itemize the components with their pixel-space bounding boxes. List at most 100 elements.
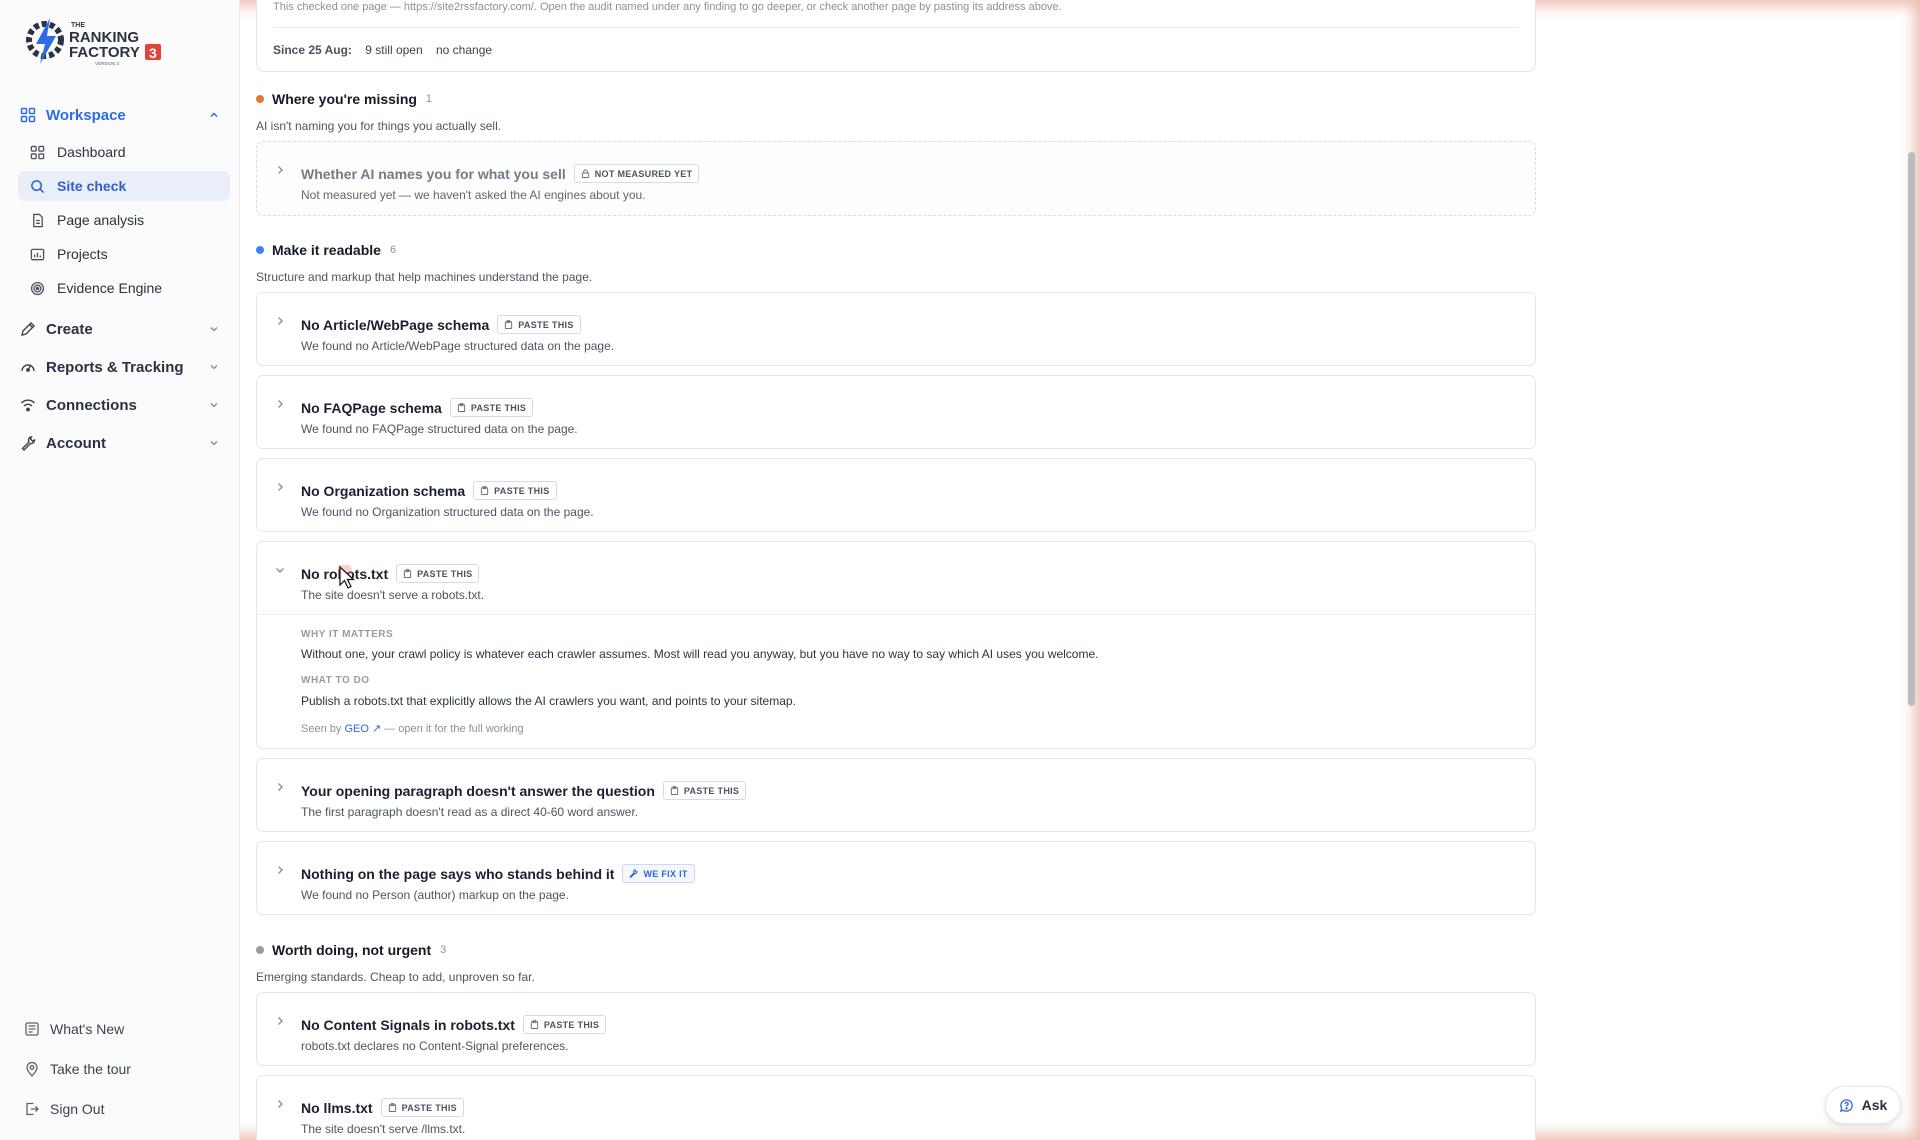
finding-description: We found no Organization structured data…: [301, 505, 594, 519]
finding-card-robots-txt[interactable]: No robots.txt PASTE THIS The site doesn'…: [256, 541, 1536, 749]
badge-label: PASTE THIS: [518, 319, 574, 330]
finding-description: The site doesn't serve a robots.txt.: [301, 588, 485, 602]
take-tour-link[interactable]: Take the tour: [0, 1054, 240, 1084]
section-readable-header: Make it readable 6: [256, 242, 396, 258]
section-count: 6: [389, 244, 397, 256]
finding-description: robots.txt declares no Content-Signal pr…: [301, 1039, 569, 1053]
finding-description: The site doesn't serve /llms.txt.: [301, 1122, 466, 1136]
wifi-icon: [20, 397, 36, 413]
whats-new-link[interactable]: What's New: [0, 1014, 240, 1044]
sidebar-item-dashboard[interactable]: Dashboard: [18, 137, 230, 167]
clipboard-icon: [480, 486, 489, 495]
svg-text:VERSION 3: VERSION 3: [95, 61, 120, 66]
paste-this-badge[interactable]: PASTE THIS: [497, 315, 581, 334]
section-subtitle: Emerging standards. Cheap to add, unprov…: [256, 970, 535, 984]
todo-heading: WHAT TO DO: [301, 675, 370, 686]
paste-this-badge[interactable]: PASTE THIS: [522, 1015, 607, 1034]
finding-title: Nothing on the page says who stands behi…: [301, 865, 615, 882]
section-count: 1: [425, 93, 433, 105]
clipboard-icon: [388, 1103, 397, 1112]
finding-description: We found no Article/WebPage structured d…: [301, 339, 615, 353]
chevron-right-icon[interactable]: [275, 1016, 285, 1026]
finding-card-opening-paragraph[interactable]: Your opening paragraph doesn't answer th…: [256, 758, 1536, 832]
sidebar-item-page-analysis[interactable]: Page analysis: [18, 205, 230, 235]
sign-out-icon: [24, 1101, 40, 1117]
section-count: 3: [440, 944, 447, 956]
finding-title-row: Whether AI names you for what you sell N…: [301, 164, 700, 183]
geo-audit-link[interactable]: GEO ↗: [344, 723, 381, 735]
badge-label: PASTE THIS: [494, 485, 550, 496]
chevron-right-icon[interactable]: [275, 316, 285, 326]
finding-card-ai-names[interactable]: Whether AI names you for what you sell N…: [256, 141, 1536, 216]
search-icon: [30, 179, 45, 194]
brand-logo[interactable]: THE RANKING FACTORY 3 VERSION 3: [25, 14, 175, 68]
seen-by-row: Seen by GEO ↗ — open it for the full wor…: [301, 722, 524, 735]
paste-this-badge[interactable]: PASTE THIS: [662, 781, 747, 800]
finding-details: WHY IT MATTERS Without one, your crawl p…: [257, 614, 1535, 735]
section-title: Make it readable: [272, 242, 381, 258]
grid-icon: [20, 107, 36, 123]
whats-new-label: What's New: [50, 1021, 125, 1037]
ask-button[interactable]: Ask: [1825, 1086, 1901, 1124]
finding-title-row: Your opening paragraph doesn't answer th…: [301, 781, 747, 800]
we-fix-it-badge[interactable]: WE FIX IT: [622, 864, 695, 883]
chevron-right-icon[interactable]: [275, 1099, 285, 1109]
sidebar-item-evidence-engine[interactable]: Evidence Engine: [18, 273, 230, 303]
why-heading: WHY IT MATTERS: [301, 629, 394, 640]
badge-label: PASTE THIS: [683, 785, 740, 796]
sidebar: THE RANKING FACTORY 3 VERSION 3 Workspac…: [0, 0, 240, 1140]
since-label: Since 25 Aug:: [273, 43, 352, 57]
nav-group-workspace[interactable]: Workspace: [0, 99, 240, 131]
finding-title: No Content Signals in robots.txt: [301, 1016, 515, 1033]
nav-group-connections[interactable]: Connections: [0, 389, 240, 421]
finding-card-organization-schema[interactable]: No Organization schema PASTE THIS We fou…: [256, 458, 1536, 532]
nav-group-label: Create: [46, 320, 93, 338]
chevron-right-icon[interactable]: [275, 782, 285, 792]
chevron-down-icon: [208, 323, 220, 335]
sign-out-link[interactable]: Sign Out: [0, 1094, 240, 1124]
finding-title: No llms.txt: [301, 1099, 373, 1116]
section-title: Worth doing, not urgent: [272, 942, 432, 958]
svg-text:FACTORY: FACTORY: [69, 44, 140, 61]
section-subtitle: AI isn't naming you for things you actua…: [256, 119, 502, 133]
nav-group-reports-tracking[interactable]: Reports & Tracking: [0, 351, 240, 383]
paste-this-badge[interactable]: PASTE THIS: [396, 564, 480, 583]
finding-card-article-schema[interactable]: No Article/WebPage schema PASTE THIS We …: [256, 292, 1536, 366]
chevron-right-icon[interactable]: [275, 399, 285, 409]
finding-card-llms-txt[interactable]: No llms.txt PASTE THIS The site doesn't …: [256, 1075, 1536, 1140]
finding-title: No FAQPage schema: [301, 399, 442, 416]
sidebar-item-label: Evidence Engine: [57, 280, 163, 296]
paste-this-badge[interactable]: PASTE THIS: [380, 1098, 464, 1117]
nav-group-create[interactable]: Create: [0, 313, 240, 345]
clipboard-icon: [457, 403, 466, 412]
sidebar-item-site-check[interactable]: Site check: [18, 171, 230, 201]
orange-dot-icon: [256, 95, 264, 103]
finding-card-content-signals[interactable]: No Content Signals in robots.txt PASTE T…: [256, 992, 1536, 1066]
paste-this-badge[interactable]: PASTE THIS: [449, 398, 534, 417]
chevron-right-icon[interactable]: [275, 865, 285, 875]
scrollbar-thumb[interactable]: [1908, 152, 1915, 706]
nav-group-label: Connections: [46, 396, 137, 414]
finding-card-faq-schema[interactable]: No FAQPage schema PASTE THIS We found no…: [256, 375, 1536, 449]
summary-card: This checked one page — https://site2rss…: [256, 0, 1536, 72]
badge-label: NOT MEASURED YET: [594, 168, 693, 179]
finding-card-author-markup[interactable]: Nothing on the page says who stands behi…: [256, 841, 1536, 915]
badge-label: WE FIX IT: [643, 868, 688, 879]
nav-group-label: Workspace: [46, 106, 126, 124]
sidebar-item-label: Projects: [57, 246, 108, 262]
finding-description: Not measured yet — we haven't asked the …: [301, 188, 646, 202]
target-icon: [30, 281, 45, 296]
sidebar-item-projects[interactable]: Projects: [18, 239, 230, 269]
seen-by-prefix: Seen by: [301, 723, 342, 735]
paste-this-badge[interactable]: PASTE THIS: [473, 481, 557, 500]
chevron-down-icon: [208, 361, 220, 373]
chevron-down-icon[interactable]: [275, 565, 285, 575]
why-text: Without one, your crawl policy is whatev…: [301, 647, 1099, 661]
chevron-right-icon[interactable]: [275, 165, 285, 175]
chevron-right-icon[interactable]: [275, 482, 285, 492]
wrench-icon: [629, 869, 639, 878]
nav-group-account[interactable]: Account: [0, 427, 240, 459]
seen-by-suffix: — open it for the full working: [384, 723, 524, 735]
finding-title-row: No llms.txt PASTE THIS: [301, 1098, 464, 1117]
mouse-cursor-icon: [336, 563, 360, 593]
